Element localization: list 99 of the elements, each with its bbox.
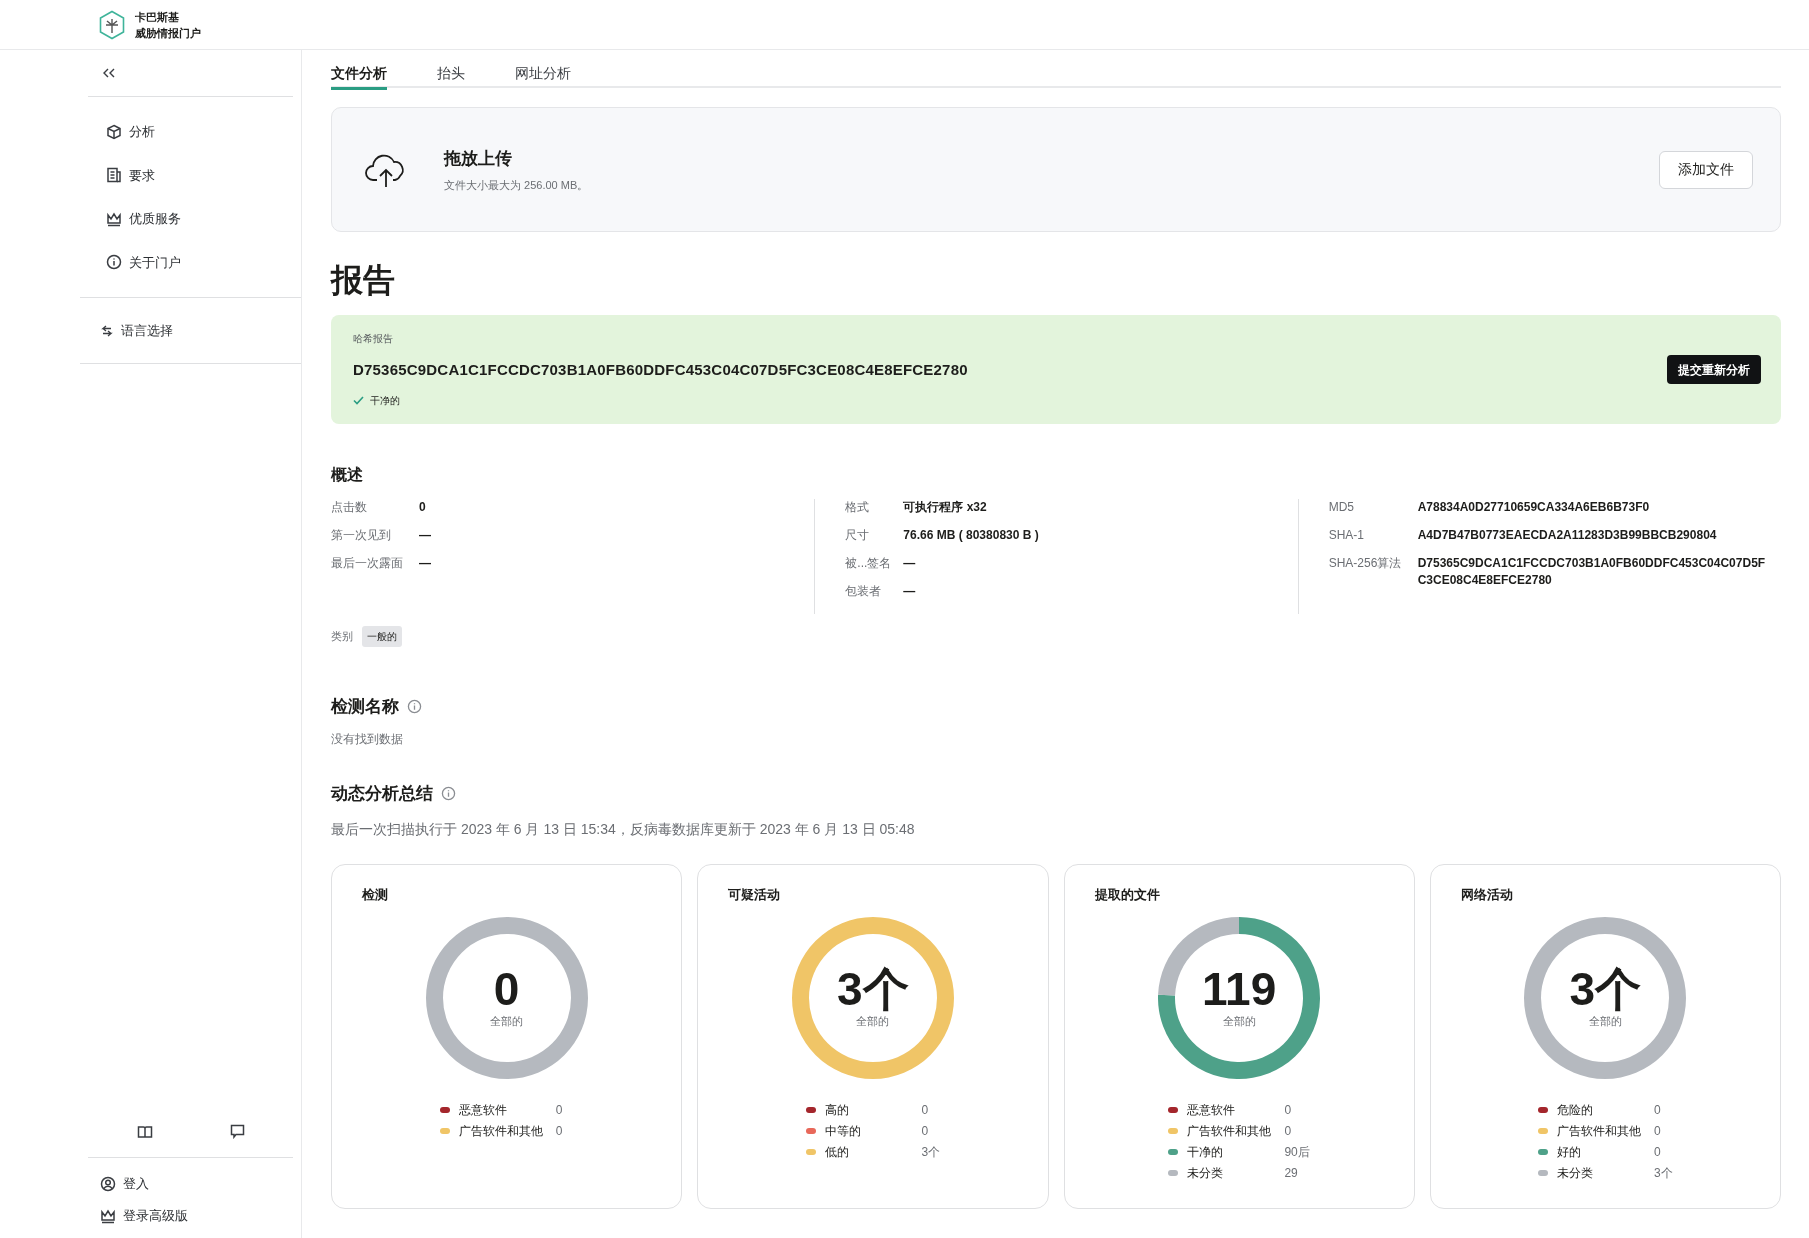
field-value: — bbox=[419, 555, 431, 572]
legend-value: 3个 bbox=[1654, 1164, 1673, 1182]
legend-value: 0 bbox=[1654, 1122, 1661, 1140]
sidebar-footer-item[interactable]: 登录高级版 bbox=[80, 1200, 301, 1232]
legend-value: 29 bbox=[1284, 1164, 1298, 1182]
hash-caption: 哈希报告 bbox=[353, 331, 394, 346]
legend-value: 0 bbox=[1654, 1143, 1661, 1161]
sidebar-item[interactable]: 分析 bbox=[80, 110, 301, 154]
card-title: 可疑活动 bbox=[728, 886, 782, 904]
total-label: 全部的 bbox=[1588, 1014, 1622, 1030]
cube-icon bbox=[106, 123, 122, 140]
field-label: SHA-1 bbox=[1328, 527, 1365, 544]
tab[interactable]: 网址分析 bbox=[515, 58, 571, 90]
legend-value: 0 bbox=[921, 1101, 929, 1119]
total-count: 0 bbox=[493, 965, 520, 1014]
legend-label: 未分类 bbox=[1557, 1164, 1595, 1182]
crown-icon bbox=[106, 210, 122, 227]
card-title: 检测 bbox=[362, 886, 389, 904]
total-label: 全部的 bbox=[490, 1014, 524, 1030]
legend-label: 广告软件和其他 bbox=[458, 1122, 544, 1140]
legend-label: 好的 bbox=[1557, 1143, 1583, 1161]
section-title: 动态分析总结 bbox=[331, 782, 433, 805]
scan-timestamp: 最后一次扫描执行于 2023 年 6 月 13 日 15:34，反病毒数据库更新于 2023 年 6 月 13 日 05:48 bbox=[331, 820, 916, 839]
field-label: MD5 bbox=[1328, 499, 1355, 516]
resubmit-button[interactable]: 提交重新分析 bbox=[1667, 355, 1761, 384]
field-value: — bbox=[903, 555, 916, 572]
legend-label: 广告软件和其他 bbox=[1557, 1122, 1643, 1140]
field-value: A4D7B47B0773EAECDA2A11283D3B99BBCB290804 bbox=[1417, 527, 1717, 544]
card-title: 网络活动 bbox=[1460, 886, 1514, 904]
info-icon bbox=[407, 699, 422, 715]
field-label: 格式 bbox=[845, 499, 871, 516]
field-value: 76.66 MB ( 80380830 B ) bbox=[903, 527, 1039, 544]
document-icon bbox=[106, 167, 122, 184]
total-count: 3个 bbox=[837, 965, 909, 1014]
legend-label: 干净的 bbox=[1187, 1143, 1225, 1161]
field-label: 包装者 bbox=[845, 583, 883, 600]
crown-icon bbox=[100, 1208, 116, 1224]
legend-label: 危险的 bbox=[1557, 1101, 1595, 1119]
field-value: — bbox=[903, 583, 916, 600]
status-label: 干净的 bbox=[370, 394, 400, 409]
card-title: 提取的文件 bbox=[1094, 886, 1161, 904]
field-value: — bbox=[419, 527, 431, 544]
legend-value: 0 bbox=[1284, 1122, 1292, 1140]
hash-value: D75365C9DCA1C1FCCDC703B1A0FB60DDFC453C04C07D5FC3CE08C4E8EFCE2780 bbox=[353, 359, 969, 380]
total-label: 全部的 bbox=[1222, 1014, 1256, 1030]
checkmark-icon bbox=[353, 396, 364, 406]
field-label: 第一次见到 bbox=[331, 527, 392, 544]
tab[interactable]: 文件分析 bbox=[331, 58, 387, 90]
legend-label: 未分类 bbox=[1187, 1164, 1225, 1182]
legend-label: 低的 bbox=[824, 1143, 850, 1161]
sidebar-item[interactable]: 要求 bbox=[80, 153, 301, 197]
legend-value: 0 bbox=[1654, 1101, 1661, 1119]
legend-value: 90后 bbox=[1284, 1143, 1310, 1161]
section-title: 概述 bbox=[331, 465, 364, 485]
field-label: 尺寸 bbox=[845, 527, 871, 544]
legend-label: 恶意软件 bbox=[1187, 1101, 1237, 1119]
language-selector[interactable]: 语言选择 bbox=[80, 320, 173, 341]
sidebar-footer-item[interactable]: 登入 bbox=[80, 1168, 301, 1200]
brand-subtitle: 威胁情报门户 bbox=[135, 25, 201, 41]
field-value: A78834A0D27710659CA334A6EB6B73F0 bbox=[1417, 499, 1650, 516]
info-icon bbox=[106, 254, 122, 271]
legend-value: 0 bbox=[1284, 1101, 1292, 1119]
report-title: 报告 bbox=[331, 261, 396, 300]
legend-label: 广告软件和其他 bbox=[1187, 1122, 1273, 1140]
total-count: 3个 bbox=[1569, 965, 1642, 1014]
legend-label: 高的 bbox=[824, 1101, 850, 1119]
swap-arrows-icon bbox=[100, 323, 114, 338]
tab[interactable]: 抬头 bbox=[437, 58, 465, 90]
field-label: 点击数 bbox=[331, 499, 368, 516]
sidebar-item[interactable]: 关于门户 bbox=[80, 240, 301, 284]
legend-value: 3个 bbox=[921, 1143, 941, 1161]
upload-hint: 文件大小最大为 256.00 MB。 bbox=[444, 178, 589, 193]
total-count: 119 bbox=[1202, 965, 1277, 1014]
field-value: D75365C9DCA1C1FCCDC703B1A0FB60DDFC453C04C07D5FC3CE08C4E8EFCE2780 bbox=[1417, 555, 1767, 589]
legend-label: 恶意软件 bbox=[458, 1101, 508, 1119]
legend-value: 0 bbox=[555, 1101, 563, 1119]
category-tag: 一般的 bbox=[362, 626, 402, 647]
field-value: 可执行程序 x32 bbox=[903, 499, 987, 516]
field-label: SHA-256算法 bbox=[1328, 555, 1403, 572]
logo-icon bbox=[98, 9, 126, 40]
chat-bubble-icon bbox=[229, 1124, 245, 1139]
legend-value: 0 bbox=[921, 1122, 929, 1140]
field-label: 类别 bbox=[331, 629, 353, 645]
legend-label: 中等的 bbox=[824, 1122, 862, 1140]
legend-value: 0 bbox=[555, 1122, 563, 1140]
book-icon bbox=[136, 1124, 153, 1139]
sidebar-item[interactable]: 优质服务 bbox=[80, 197, 301, 241]
upload-title: 拖放上传 bbox=[444, 147, 513, 170]
total-label: 全部的 bbox=[856, 1014, 890, 1030]
field-label: 被...签名 bbox=[845, 555, 893, 572]
double-chevron-left-icon bbox=[102, 67, 116, 79]
field-label: 最后一次露面 bbox=[331, 555, 404, 572]
info-icon bbox=[441, 785, 456, 801]
field-value: 0 bbox=[419, 499, 426, 516]
add-file-button[interactable]: 添加文件 bbox=[1659, 150, 1753, 189]
brand-name: 卡巴斯基 bbox=[135, 9, 180, 25]
user-icon bbox=[100, 1176, 116, 1192]
empty-message: 没有找到数据 bbox=[331, 730, 404, 748]
section-title: 检测名称 bbox=[331, 696, 399, 718]
